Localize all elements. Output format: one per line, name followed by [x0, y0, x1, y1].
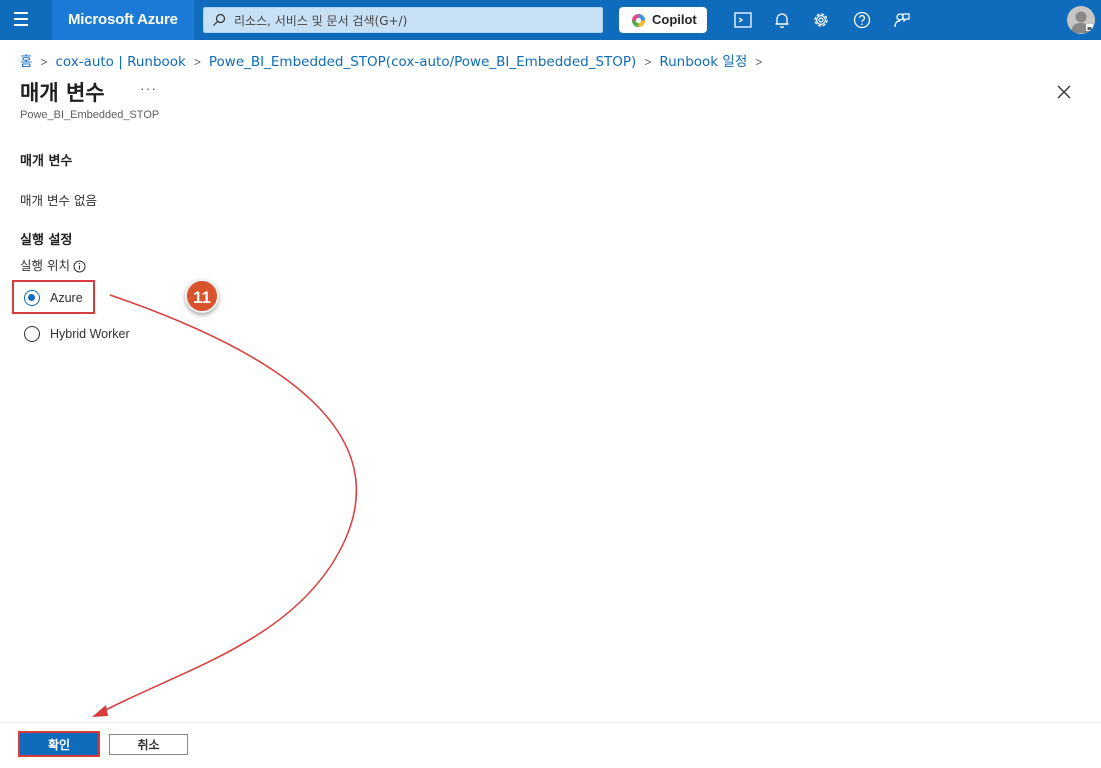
ok-button[interactable]: 확인: [20, 733, 98, 755]
annotation-arrow: [92, 294, 358, 717]
step-badge: 11: [185, 279, 219, 313]
footer-divider: [0, 722, 1101, 723]
cancel-button[interactable]: 취소: [109, 734, 188, 755]
